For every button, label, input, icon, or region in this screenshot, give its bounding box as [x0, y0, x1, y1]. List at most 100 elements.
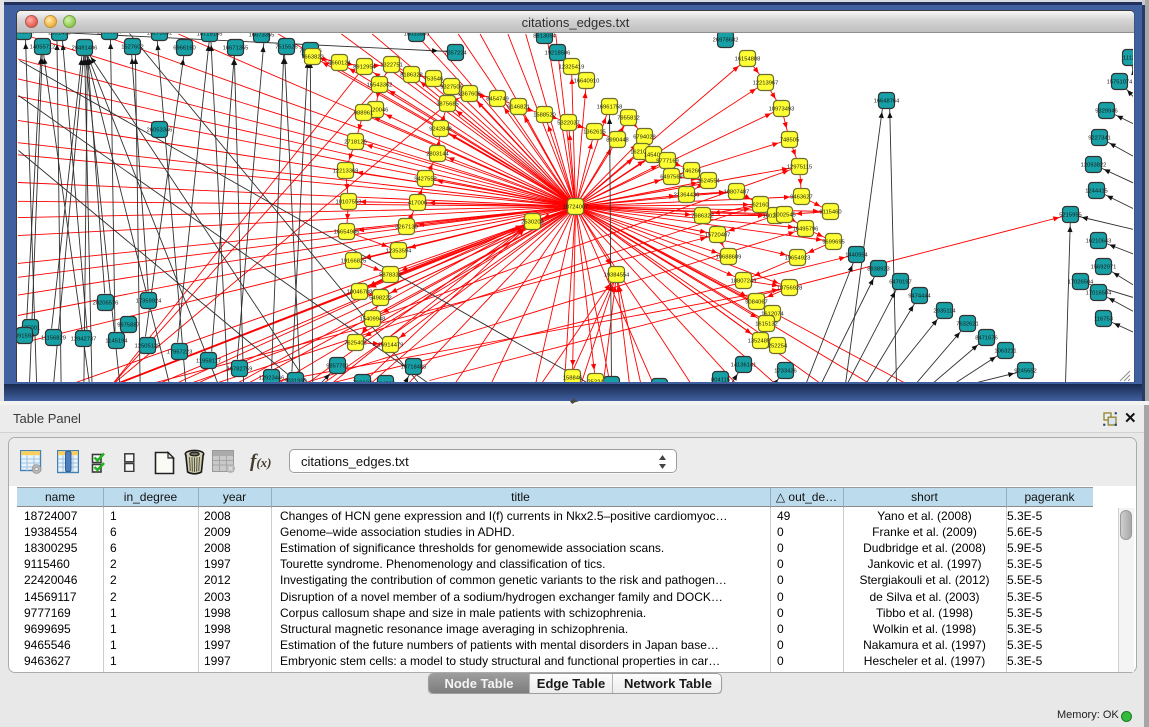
svg-text:10756928: 10756928: [777, 286, 803, 292]
svg-text:7986322: 7986322: [691, 214, 714, 220]
svg-text:1322751: 1322751: [380, 63, 403, 69]
svg-text:12213369: 12213369: [333, 169, 359, 175]
svg-text:7955812: 7955812: [617, 116, 640, 122]
svg-text:8454749: 8454749: [486, 97, 509, 103]
svg-text:1145194: 1145194: [105, 339, 128, 345]
svg-text:10807487: 10807487: [724, 190, 750, 196]
svg-text:15720407: 15720407: [705, 233, 731, 239]
svg-text:8990448: 8990448: [606, 138, 629, 144]
svg-text:9242848: 9242848: [429, 127, 452, 133]
svg-text:1527602: 1527602: [121, 45, 144, 51]
svg-text:9463627: 9463627: [790, 195, 813, 201]
svg-text:26053346: 26053346: [147, 128, 173, 134]
svg-text:16961758: 16961758: [597, 105, 623, 111]
svg-text:16654985: 16654985: [334, 230, 360, 236]
svg-text:26978682: 26978682: [713, 38, 739, 44]
svg-text:7632621: 7632621: [956, 322, 979, 328]
svg-text:8471676: 8471676: [975, 336, 998, 342]
svg-text:9245652: 9245652: [1014, 369, 1037, 375]
svg-text:7663822: 7663822: [301, 55, 324, 61]
svg-text:12093822: 12093822: [1081, 163, 1107, 169]
svg-text:9327506: 9327506: [440, 85, 463, 91]
svg-text:16033809: 16033809: [404, 33, 430, 38]
svg-text:3267130: 3267130: [395, 225, 418, 231]
svg-text:11156829: 11156829: [41, 336, 66, 342]
svg-text:10719155: 10719155: [197, 33, 223, 38]
svg-text:1588520: 1588520: [533, 113, 556, 119]
svg-text:19384554: 19384554: [604, 273, 631, 279]
svg-text:7515526: 7515526: [275, 45, 298, 51]
svg-text:746266: 746266: [682, 169, 701, 175]
svg-text:1440954: 1440954: [845, 253, 868, 259]
svg-text:8813054: 8813054: [533, 34, 556, 40]
svg-text:9660124: 9660124: [328, 61, 351, 67]
svg-text:158846: 158846: [563, 376, 582, 382]
svg-text:20206576: 20206576: [93, 301, 119, 307]
svg-text:19166825: 19166825: [341, 259, 367, 265]
svg-text:12325419: 12325419: [559, 65, 585, 71]
svg-text:16210643: 16210643: [1086, 239, 1112, 245]
svg-text:20491406: 20491406: [72, 46, 98, 52]
svg-text:1615132: 1615132: [755, 322, 778, 328]
svg-text:17957223: 17957223: [167, 350, 193, 356]
svg-text:21364436: 21364436: [674, 193, 700, 199]
svg-text:5322037: 5322037: [557, 121, 580, 127]
svg-text:16782759: 16782759: [227, 367, 253, 373]
svg-text:15751074: 15751074: [1107, 80, 1133, 86]
svg-text:13718485: 13718485: [401, 365, 427, 371]
svg-text:10973493: 10973493: [769, 107, 795, 113]
svg-text:8912954: 8912954: [353, 65, 376, 71]
svg-text:10107553: 10107553: [336, 200, 362, 206]
svg-text:1831204: 1831204: [17, 33, 36, 36]
svg-text:9857791: 9857791: [326, 364, 349, 370]
svg-text:3875685: 3875685: [436, 102, 459, 108]
svg-text:9427552: 9427552: [414, 177, 437, 183]
svg-text:9474444: 9474444: [908, 294, 931, 300]
svg-text:15692971: 15692971: [1091, 265, 1117, 271]
svg-text:3624554: 3624554: [697, 179, 720, 185]
svg-text:1362615: 1362615: [583, 130, 606, 136]
svg-text:6497568: 6497568: [660, 175, 683, 181]
svg-text:12975115: 12975115: [787, 165, 812, 171]
svg-text:6966160: 6966160: [173, 46, 196, 52]
svg-text:2935114: 2935114: [933, 309, 956, 315]
svg-text:25224: 25224: [587, 380, 604, 383]
svg-text:9777169: 9777169: [656, 159, 679, 165]
svg-text:1002545: 1002545: [773, 213, 796, 219]
svg-text:12353594: 12353594: [386, 249, 413, 255]
svg-text:16495796: 16495796: [793, 227, 819, 233]
svg-text:19218506: 19218506: [545, 51, 571, 57]
svg-text:10553257: 10553257: [97, 33, 123, 36]
svg-text:9329946: 9329946: [1095, 109, 1118, 115]
svg-text:5498222: 5498222: [369, 296, 392, 302]
svg-text:18807249: 18807249: [731, 279, 757, 285]
svg-text:12923446: 12923446: [259, 376, 285, 382]
svg-text:1733426: 1733426: [774, 369, 797, 375]
svg-text:9084067: 9084067: [745, 300, 768, 306]
svg-text:5878332: 5878332: [379, 273, 402, 279]
svg-text:11121: 11121: [1123, 56, 1133, 62]
svg-text:1063211: 1063211: [994, 349, 1016, 355]
svg-text:16640910: 16640910: [574, 79, 600, 85]
svg-text:16543362: 16543362: [367, 83, 393, 89]
svg-text:6794028: 6794028: [633, 135, 656, 141]
svg-text:12213967: 12213967: [753, 81, 779, 87]
svg-text:2691406: 2691406: [48, 33, 71, 37]
svg-text:2367608: 2367608: [458, 92, 481, 98]
svg-text:14055712: 14055712: [30, 45, 56, 51]
svg-text:9699695: 9699695: [822, 240, 845, 246]
svg-text:252254: 252254: [768, 344, 788, 350]
svg-text:804115: 804115: [711, 378, 730, 383]
svg-text:16914479: 16914479: [378, 343, 404, 349]
svg-text:17016504: 17016504: [1086, 291, 1113, 297]
svg-text:15273602: 15273602: [147, 33, 173, 37]
svg-text:9031990: 9031990: [284, 379, 307, 383]
svg-text:16673355: 16673355: [249, 33, 275, 39]
svg-text:18724007: 18724007: [563, 205, 589, 211]
svg-text:8938923: 8938923: [867, 267, 890, 273]
svg-text:753546: 753546: [424, 77, 443, 83]
svg-text:17026504: 17026504: [1068, 280, 1095, 286]
svg-text:2718126: 2718126: [344, 140, 367, 146]
svg-text:748505: 748505: [780, 138, 799, 144]
svg-text:2803144: 2803144: [426, 152, 449, 158]
